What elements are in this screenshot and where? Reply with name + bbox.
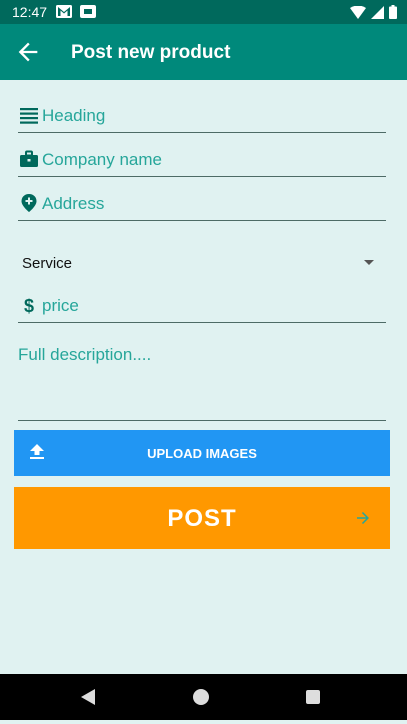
arrow-forward-icon: [357, 512, 369, 524]
arrow-back-icon[interactable]: [14, 38, 42, 66]
lines-icon: [20, 108, 38, 124]
battery-icon: [389, 5, 397, 19]
app-bar: Post new product: [0, 24, 407, 80]
nav-recents-icon[interactable]: [306, 690, 320, 704]
dollar-icon: $: [24, 296, 34, 314]
upload-images-button[interactable]: UPLOAD IMAGES: [14, 430, 390, 476]
status-bar: 12:47: [0, 0, 407, 24]
dropdown-arrow-icon: [364, 260, 374, 265]
description-placeholder: Full description....: [18, 345, 152, 364]
svg-text:$: $: [24, 296, 34, 314]
post-label: POST: [167, 505, 237, 532]
wifi-icon: [350, 5, 366, 19]
post-button[interactable]: POST: [14, 487, 390, 549]
heading-field[interactable]: Heading: [18, 98, 386, 133]
address-placeholder: Address: [42, 194, 105, 213]
briefcase-icon: [20, 150, 38, 167]
price-placeholder: price: [42, 296, 79, 315]
status-time: 12:47: [12, 4, 48, 20]
company-name-placeholder: Company name: [42, 150, 163, 169]
nav-back-icon[interactable]: [81, 689, 95, 705]
navigation-bar: [0, 674, 407, 720]
address-field[interactable]: Address: [18, 186, 386, 221]
signal-icon: [371, 5, 384, 19]
price-field[interactable]: $ price: [18, 288, 386, 323]
category-dropdown[interactable]: Service: [18, 248, 386, 278]
category-selected: Service: [22, 255, 73, 272]
heading-placeholder: Heading: [42, 106, 106, 125]
description-field[interactable]: Full description....: [18, 340, 386, 421]
page-title: Post new product: [71, 42, 231, 63]
nav-home-icon[interactable]: [193, 689, 209, 705]
message-icon: [80, 5, 96, 18]
company-name-field[interactable]: Company name: [18, 142, 386, 177]
upload-images-label: UPLOAD IMAGES: [147, 446, 257, 461]
location-pin-icon: [21, 194, 37, 212]
gmail-icon: [56, 5, 72, 18]
